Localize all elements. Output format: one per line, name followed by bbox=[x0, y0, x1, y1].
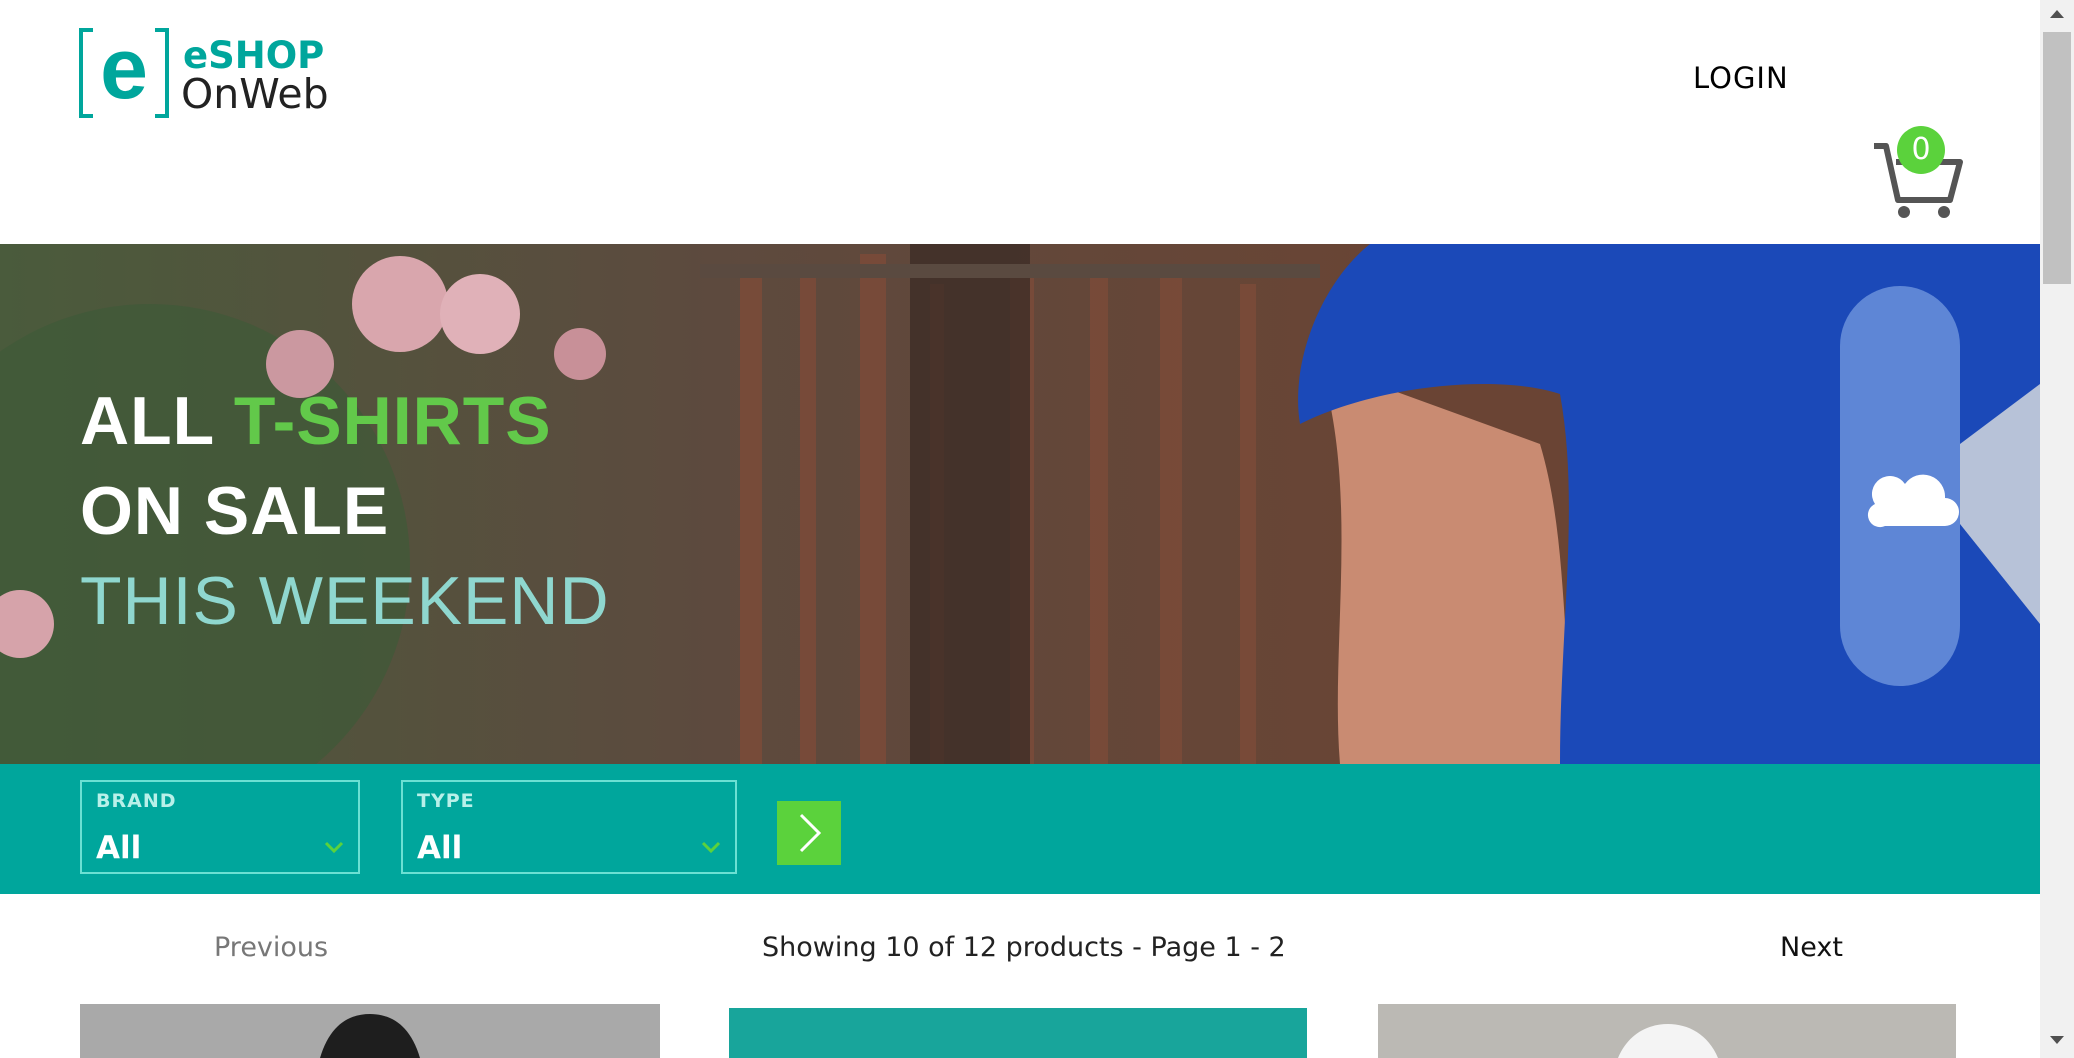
hero-headline-accent: T-SHIRTS bbox=[233, 383, 552, 459]
brand-select-label: BRAND bbox=[96, 790, 177, 812]
scroll-up-arrow-icon[interactable] bbox=[2050, 10, 2064, 18]
hero-headline-line2: ON SALE bbox=[80, 473, 390, 549]
hero-headline-line1: ALL T-SHIRTS bbox=[80, 383, 552, 459]
previous-page-link[interactable]: Previous bbox=[214, 932, 328, 963]
product-card[interactable] bbox=[1378, 1004, 1956, 1058]
scroll-down-arrow-icon[interactable] bbox=[2050, 1036, 2064, 1044]
next-page-link[interactable]: Next bbox=[1780, 932, 1843, 963]
svg-text:e: e bbox=[100, 28, 148, 117]
brand-select[interactable]: BRAND All bbox=[80, 780, 360, 874]
logo-text-onweb: OnWeb bbox=[181, 70, 329, 118]
login-link[interactable]: LOGIN bbox=[1693, 58, 1789, 98]
logo-mark-icon: e bbox=[79, 28, 169, 118]
chevron-down-icon bbox=[701, 841, 721, 854]
type-select-value: All bbox=[417, 830, 463, 866]
scrollbar-thumb[interactable] bbox=[2043, 32, 2071, 284]
product-image bbox=[1378, 1004, 1956, 1058]
product-card[interactable] bbox=[80, 1004, 660, 1058]
catalog-filter-bar: BRAND All TYPE All bbox=[0, 764, 2040, 894]
product-image bbox=[80, 1004, 660, 1058]
type-select-label: TYPE bbox=[417, 790, 475, 812]
product-image bbox=[729, 1004, 1307, 1058]
product-card[interactable] bbox=[729, 1004, 1307, 1058]
hero-banner: ALL T-SHIRTS ON SALE THIS WEEKEND bbox=[0, 244, 2040, 764]
site-header: e eSHOP OnWeb LOGIN 0 bbox=[0, 0, 2040, 244]
pagination-info: Showing 10 of 12 products - Page 1 - 2 bbox=[762, 932, 1286, 963]
chevron-right-icon bbox=[799, 813, 822, 853]
brand-select-value: All bbox=[96, 830, 142, 866]
chevron-down-icon bbox=[324, 841, 344, 854]
apply-filter-button[interactable] bbox=[777, 801, 841, 865]
hero-headline-line3: THIS WEEKEND bbox=[80, 563, 610, 639]
page-scrollbar[interactable] bbox=[2040, 0, 2074, 1058]
cart-count-badge: 0 bbox=[1897, 126, 1945, 174]
type-select[interactable]: TYPE All bbox=[401, 780, 737, 874]
logo[interactable]: e eSHOP OnWeb bbox=[79, 28, 339, 120]
